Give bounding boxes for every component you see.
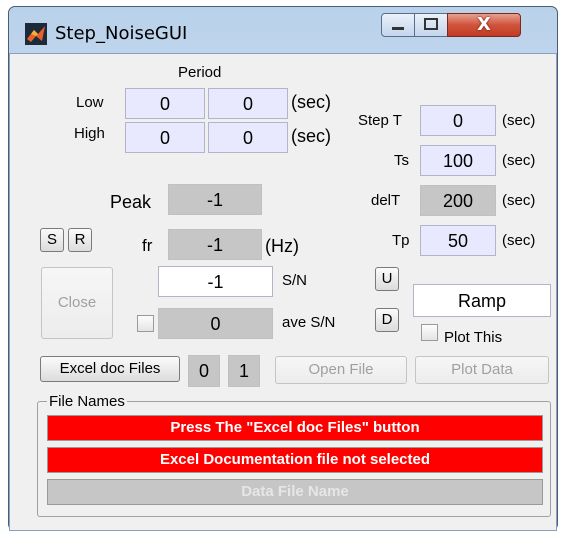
- plot-this-label: Plot This: [444, 329, 503, 346]
- close-icon: X: [477, 14, 491, 35]
- data-file-name-field: Data File Name: [47, 479, 543, 505]
- app-window: Step_NoiseGUI X Period Low High 0 0 (sec…: [8, 6, 558, 531]
- ave-sn-checkbox[interactable]: [137, 315, 154, 332]
- fr-label: fr: [142, 236, 153, 255]
- d-button[interactable]: D: [375, 308, 399, 332]
- peak-label: Peak: [110, 192, 152, 212]
- minimize-icon: [392, 27, 404, 30]
- step-t-input[interactable]: 0: [420, 105, 496, 136]
- step-t-label: Step T: [358, 112, 402, 129]
- close-button[interactable]: Close: [41, 267, 113, 339]
- fr-value: -1: [168, 229, 262, 260]
- file-status-line-2: Excel Documentation file not selected: [47, 447, 543, 473]
- ramp-field[interactable]: Ramp: [413, 284, 551, 317]
- tp-label: Tp: [392, 232, 410, 249]
- delt-label: delT: [371, 192, 401, 209]
- s-button[interactable]: S: [40, 228, 64, 252]
- low-unit-label: (sec): [291, 92, 331, 112]
- maximize-button[interactable]: [414, 13, 448, 37]
- tp-unit: (sec): [502, 232, 536, 249]
- high-unit-label: (sec): [291, 126, 331, 146]
- file-names-legend: File Names: [47, 393, 127, 410]
- maximize-icon: [424, 18, 438, 30]
- plot-this-checkbox[interactable]: [421, 324, 438, 341]
- fr-unit: (Hz): [265, 236, 299, 256]
- high-period-min-input[interactable]: 0: [125, 122, 205, 153]
- high-label: High: [74, 125, 105, 142]
- period-label: Period: [178, 64, 222, 81]
- close-window-button[interactable]: X: [447, 13, 521, 37]
- ave-sn-value: 0: [158, 308, 273, 339]
- file-status-line-1: Press The "Excel doc Files" button: [47, 415, 543, 441]
- ts-unit: (sec): [502, 152, 536, 169]
- open-file-button[interactable]: Open File: [275, 356, 407, 384]
- delt-unit: (sec): [502, 192, 536, 209]
- sn-input[interactable]: -1: [158, 266, 273, 297]
- low-period-min-input[interactable]: 0: [125, 88, 205, 119]
- high-period-max-input[interactable]: 0: [208, 122, 288, 153]
- r-button[interactable]: R: [68, 228, 92, 252]
- plot-data-button[interactable]: Plot Data: [415, 356, 549, 384]
- window-title: Step_NoiseGUI: [55, 23, 188, 44]
- matlab-icon: [25, 23, 47, 45]
- peak-value: -1: [168, 184, 262, 215]
- counter-0: 0: [188, 355, 220, 387]
- low-label: Low: [76, 94, 104, 111]
- ts-label: Ts: [394, 152, 409, 169]
- excel-doc-files-button[interactable]: Excel doc Files: [40, 356, 180, 382]
- title-bar[interactable]: Step_NoiseGUI X: [9, 7, 557, 53]
- sn-label: S/N: [282, 272, 308, 289]
- ts-input[interactable]: 100: [420, 145, 496, 176]
- tp-input[interactable]: 50: [420, 225, 496, 256]
- u-button[interactable]: U: [375, 267, 399, 291]
- ave-sn-label: ave S/N: [282, 314, 336, 331]
- minimize-button[interactable]: [381, 13, 415, 37]
- step-t-unit: (sec): [502, 112, 536, 129]
- low-period-max-input[interactable]: 0: [208, 88, 288, 119]
- delt-value: 200: [420, 185, 496, 216]
- counter-1: 1: [228, 355, 260, 387]
